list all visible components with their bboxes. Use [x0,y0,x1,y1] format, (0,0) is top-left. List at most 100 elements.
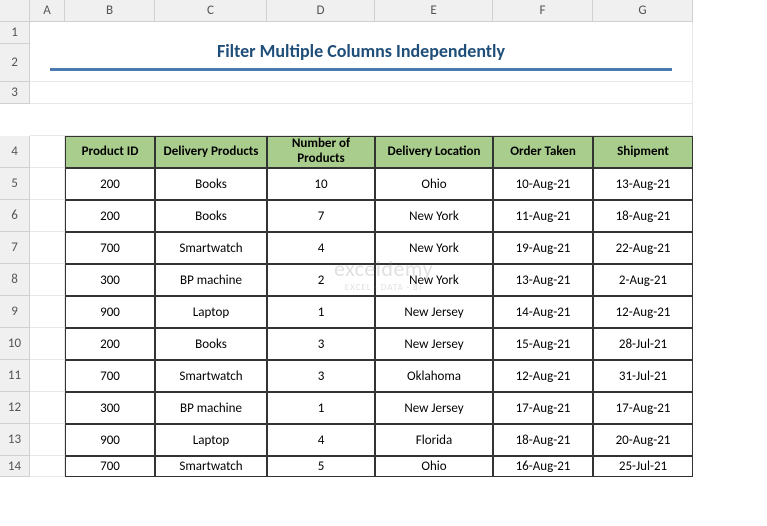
table-cell[interactable]: 16-Aug-21 [493,456,593,477]
col-header-f[interactable]: F [493,0,593,22]
table-cell[interactable]: 200 [65,168,155,200]
row-header-13[interactable]: 13 [0,424,30,456]
row-header-2[interactable]: 2 [0,44,30,82]
table-cell[interactable]: 300 [65,392,155,424]
table-cell[interactable]: 3 [267,328,375,360]
table-cell[interactable]: 3 [267,360,375,392]
table-cell[interactable]: New Jersey [375,392,493,424]
table-cell[interactable]: 17-Aug-21 [593,392,693,424]
corner-cell[interactable] [0,0,30,22]
cell-a4[interactable] [30,136,65,168]
cell-a9[interactable] [30,296,65,328]
table-cell[interactable]: 900 [65,424,155,456]
table-cell[interactable]: 13-Aug-21 [593,168,693,200]
col-header-e[interactable]: E [375,0,493,22]
col-header-a[interactable]: A [30,0,65,22]
table-cell[interactable]: 7 [267,200,375,232]
table-cell[interactable]: New York [375,200,493,232]
cell-a13[interactable] [30,424,65,456]
table-cell[interactable]: 5 [267,456,375,477]
row-header-14[interactable]: 14 [0,456,30,477]
table-cell[interactable]: BP machine [155,264,267,296]
table-cell[interactable]: 12-Aug-21 [493,360,593,392]
table-cell[interactable]: 12-Aug-21 [593,296,693,328]
cell-a5[interactable] [30,168,65,200]
col-header-c[interactable]: C [155,0,267,22]
table-cell[interactable]: Books [155,328,267,360]
row-header-1[interactable]: 1 [0,22,30,44]
row-header-5[interactable]: 5 [0,168,30,200]
table-cell[interactable]: New Jersey [375,328,493,360]
title-cell[interactable]: Filter Multiple Columns Independently [30,22,693,82]
table-cell[interactable]: 31-Jul-21 [593,360,693,392]
table-cell[interactable]: 300 [65,264,155,296]
cell-a6[interactable] [30,200,65,232]
th-product-id[interactable]: Product ID [65,136,155,168]
cell-empty-3[interactable] [30,82,693,104]
row-header-11[interactable]: 11 [0,360,30,392]
table-cell[interactable]: 700 [65,456,155,477]
table-cell[interactable]: Smartwatch [155,360,267,392]
table-cell[interactable]: Books [155,200,267,232]
row-header-9[interactable]: 9 [0,296,30,328]
table-cell[interactable]: 2 [267,264,375,296]
table-cell[interactable]: Ohio [375,168,493,200]
row-header-12[interactable]: 12 [0,392,30,424]
table-cell[interactable]: 15-Aug-21 [493,328,593,360]
th-shipment[interactable]: Shipment [593,136,693,168]
table-cell[interactable]: 900 [65,296,155,328]
table-cell[interactable]: New York [375,232,493,264]
col-header-d[interactable]: D [267,0,375,22]
cell-a8[interactable] [30,264,65,296]
cell-a12[interactable] [30,392,65,424]
table-cell[interactable]: 10 [267,168,375,200]
table-cell[interactable]: Smartwatch [155,232,267,264]
row-header-3[interactable]: 3 [0,82,30,104]
table-cell[interactable]: 700 [65,360,155,392]
row-header-10[interactable]: 10 [0,328,30,360]
cell-a10[interactable] [30,328,65,360]
table-cell[interactable]: 13-Aug-21 [493,264,593,296]
table-cell[interactable]: 18-Aug-21 [493,424,593,456]
col-header-b[interactable]: B [65,0,155,22]
table-cell[interactable]: 200 [65,328,155,360]
table-cell[interactable]: Florida [375,424,493,456]
th-delivery-location[interactable]: Delivery Location [375,136,493,168]
th-order-taken[interactable]: Order Taken [493,136,593,168]
table-cell[interactable]: 200 [65,200,155,232]
cell-empty[interactable] [30,104,693,136]
table-cell[interactable]: 28-Jul-21 [593,328,693,360]
table-cell[interactable]: Laptop [155,424,267,456]
table-cell[interactable]: Ohio [375,456,493,477]
table-cell[interactable]: 25-Jul-21 [593,456,693,477]
row-header-7[interactable]: 7 [0,232,30,264]
table-cell[interactable]: 19-Aug-21 [493,232,593,264]
table-cell[interactable]: 10-Aug-21 [493,168,593,200]
table-cell[interactable]: 11-Aug-21 [493,200,593,232]
table-cell[interactable]: 14-Aug-21 [493,296,593,328]
cell-a14[interactable] [30,456,65,477]
row-header-4[interactable]: 4 [0,136,30,168]
table-cell[interactable]: BP machine [155,392,267,424]
table-cell[interactable]: 18-Aug-21 [593,200,693,232]
table-cell[interactable]: 4 [267,232,375,264]
table-cell[interactable]: Oklahoma [375,360,493,392]
cell-a7[interactable] [30,232,65,264]
th-number-products[interactable]: Number of Products [267,136,375,168]
row-header-6[interactable]: 6 [0,200,30,232]
table-cell[interactable]: 1 [267,296,375,328]
th-delivery-products[interactable]: Delivery Products [155,136,267,168]
table-cell[interactable]: 700 [65,232,155,264]
col-header-g[interactable]: G [593,0,693,22]
table-cell[interactable]: 1 [267,392,375,424]
table-cell[interactable]: 22-Aug-21 [593,232,693,264]
table-cell[interactable]: 20-Aug-21 [593,424,693,456]
table-cell[interactable]: New York [375,264,493,296]
table-cell[interactable]: Smartwatch [155,456,267,477]
table-cell[interactable]: 2-Aug-21 [593,264,693,296]
row-header-8[interactable]: 8 [0,264,30,296]
table-cell[interactable]: Laptop [155,296,267,328]
table-cell[interactable]: 4 [267,424,375,456]
cell-a11[interactable] [30,360,65,392]
table-cell[interactable]: Books [155,168,267,200]
